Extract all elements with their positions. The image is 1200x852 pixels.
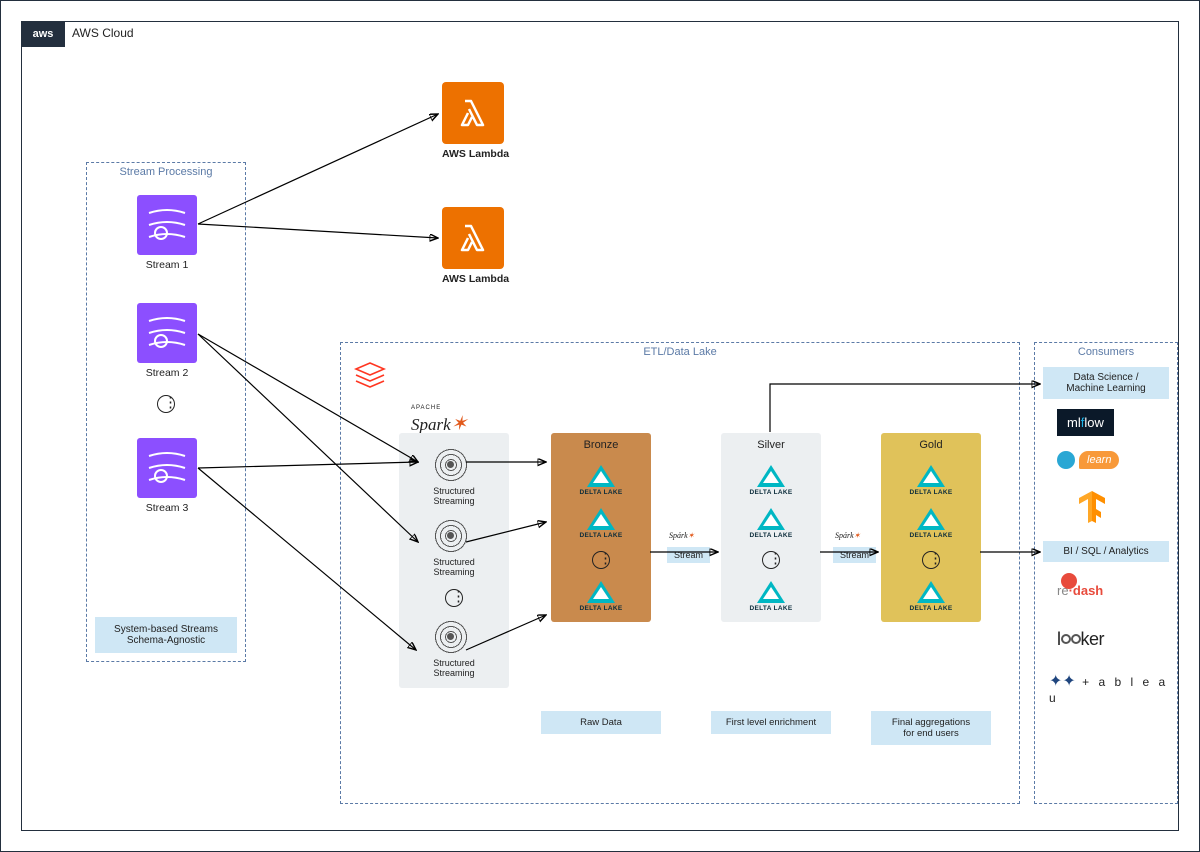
redash-logo: re·dash — [1057, 583, 1103, 598]
structured-stream-icon — [433, 619, 469, 655]
group-consumers: Consumers Data Science / Machine Learnin… — [1034, 342, 1178, 804]
stage-gold: Gold DELTA LAKE DELTA LAKE DELTA LAKE Fi… — [881, 433, 981, 622]
stream-2-label: Stream 2 — [137, 367, 197, 379]
ellipsis-icon — [445, 589, 463, 607]
apache-spark-logo: APACHE Spark✶ — [411, 405, 467, 436]
stream-pill: Stream — [667, 547, 710, 563]
stream-3-label: Stream 3 — [137, 502, 197, 514]
spark-mini-icon: Spárk✶ — [669, 531, 694, 540]
looker-logo: lker — [1057, 629, 1104, 650]
delta-lake-icon — [917, 508, 945, 530]
group-etl-title: ETL/Data Lake — [341, 346, 1019, 358]
kinesis-stream-icon — [137, 438, 197, 498]
delta-lake-icon — [587, 465, 615, 487]
ellipsis-icon — [922, 551, 940, 569]
tableau-logo: ✦✦ + a b l e a u — [1049, 671, 1177, 705]
consumer-data-science: Data Science / Machine Learning — [1043, 367, 1169, 399]
spark-mini-icon: Spárk✶ — [835, 531, 860, 540]
mlflow-logo: mlflow — [1057, 409, 1114, 436]
ellipsis-icon — [762, 551, 780, 569]
group-stream-title: Stream Processing — [87, 166, 245, 178]
delta-lake-icon — [757, 465, 785, 487]
aws-cloud-frame: aws AWS Cloud Stream Processing Stream 1… — [21, 21, 1179, 831]
group-etl-datalake: ETL/Data Lake APACHE Spark✶ Structured S… — [340, 342, 1020, 804]
ellipsis-icon — [592, 551, 610, 569]
consumer-bi-analytics: BI / SQL / Analytics — [1043, 541, 1169, 562]
delta-lake-icon — [587, 508, 615, 530]
delta-lake-icon — [917, 465, 945, 487]
stream-1-label: Stream 1 — [137, 259, 197, 271]
lambda-2-label: AWS Lambda — [442, 273, 509, 285]
streams-caption: System-based Streams Schema-Agnostic — [95, 617, 237, 653]
group-consumers-title: Consumers — [1035, 346, 1177, 358]
structured-stream-icon — [433, 447, 469, 483]
stage-bronze: Bronze DELTA LAKE DELTA LAKE DELTA LAKE … — [551, 433, 651, 622]
cloud-title: AWS Cloud — [72, 26, 134, 40]
delta-lake-icon — [757, 508, 785, 530]
aws-lambda-icon — [442, 207, 504, 269]
sklearn-logo: learn — [1057, 451, 1119, 469]
group-stream-processing: Stream Processing Stream 1 Stream 2 Stre… — [86, 162, 246, 662]
kinesis-stream-icon — [137, 195, 197, 255]
databricks-icon — [353, 361, 387, 396]
kinesis-stream-icon — [137, 303, 197, 363]
ellipsis-icon — [157, 395, 175, 413]
structured-stream-icon — [433, 518, 469, 554]
aws-badge-icon: aws — [21, 21, 65, 47]
stage-structured-streaming: Structured Streaming Structured Streamin… — [399, 433, 509, 688]
lambda-1-label: AWS Lambda — [442, 148, 509, 160]
stage-silver: Silver DELTA LAKE DELTA LAKE DELTA LAKE … — [721, 433, 821, 622]
aws-lambda-icon — [442, 82, 504, 144]
delta-lake-icon — [757, 581, 785, 603]
stream-pill: Stream — [833, 547, 876, 563]
delta-lake-icon — [917, 581, 945, 603]
delta-lake-icon — [587, 581, 615, 603]
tensorflow-logo — [1077, 491, 1107, 526]
